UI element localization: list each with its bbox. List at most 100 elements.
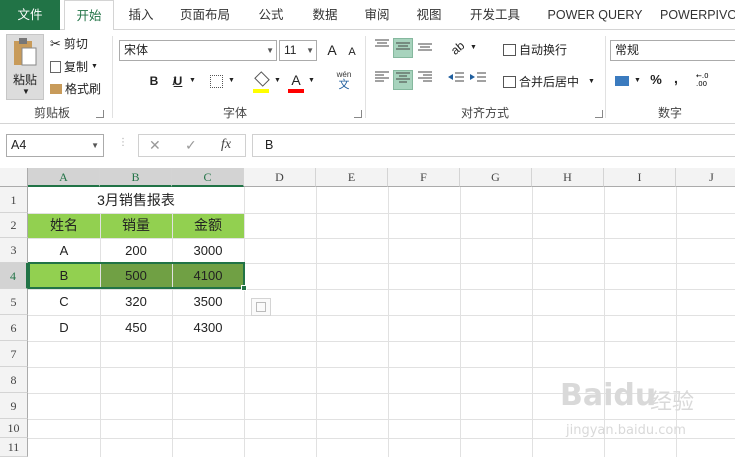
tab-power-query[interactable]: POWER QUERY xyxy=(540,0,650,30)
row-header-7[interactable]: 7 xyxy=(0,341,28,367)
confirm-icon[interactable]: ✓ xyxy=(185,137,197,154)
tab-developer[interactable]: 开发工具 xyxy=(462,0,528,30)
cell-a5[interactable]: C xyxy=(28,289,100,315)
orientation-button[interactable]: ab xyxy=(448,38,468,58)
insert-function-icon[interactable]: fx xyxy=(221,137,231,153)
align-right-icon xyxy=(418,71,432,82)
format-painter-button[interactable]: 格式刷 xyxy=(50,80,101,97)
align-top-button[interactable] xyxy=(372,38,392,58)
tab-formulas[interactable]: 公式 xyxy=(248,0,294,30)
row-header-11[interactable]: 11 xyxy=(0,438,28,457)
row-header-2[interactable]: 2 xyxy=(0,213,28,238)
increase-indent-button[interactable] xyxy=(468,70,488,90)
copy-button[interactable]: 复制 ▼ xyxy=(50,58,98,75)
column-header-c[interactable]: C xyxy=(172,168,244,187)
accounting-format-button[interactable] xyxy=(612,70,632,90)
cell-c5[interactable]: 3500 xyxy=(172,289,244,315)
cut-button[interactable]: ✂ 剪切 xyxy=(50,35,88,52)
formula-buttons: ✕ ✓ fx xyxy=(138,134,246,157)
alignment-launcher-icon[interactable] xyxy=(595,110,603,118)
chevron-down-icon: ▼ xyxy=(91,63,98,70)
phonetic-pinyin: wén xyxy=(336,70,352,79)
borders-button[interactable] xyxy=(206,71,226,91)
font-launcher-icon[interactable] xyxy=(354,110,362,118)
tab-file[interactable]: 文件 xyxy=(0,0,60,30)
header-cell-qty[interactable]: 销量 xyxy=(100,213,172,238)
cell-b5[interactable]: 320 xyxy=(100,289,172,315)
clipboard-launcher-icon[interactable] xyxy=(96,110,104,118)
align-left-button[interactable] xyxy=(372,70,392,90)
chevron-down-icon: ▼ xyxy=(266,46,274,55)
column-header-e[interactable]: E xyxy=(316,168,388,187)
cell-c3[interactable]: 3000 xyxy=(172,238,244,263)
paste-button[interactable]: 粘贴 ▼ xyxy=(6,34,44,100)
header-cell-amount[interactable]: 金额 xyxy=(172,213,244,238)
tab-page-layout[interactable]: 页面布局 xyxy=(172,0,238,30)
header-cell-name[interactable]: 姓名 xyxy=(28,213,100,238)
row-header-6[interactable]: 6 xyxy=(0,315,28,341)
cancel-icon[interactable]: ✕ xyxy=(149,137,161,154)
fill-handle[interactable] xyxy=(241,285,247,291)
increase-decimal-button[interactable]: ←.0.00 xyxy=(696,70,722,90)
bold-button[interactable]: B xyxy=(144,71,164,91)
name-box[interactable]: A4 ▼ xyxy=(6,134,104,157)
formula-input[interactable]: B xyxy=(252,134,735,157)
font-size-select[interactable]: 11 ▼ xyxy=(279,40,317,61)
font-color-button[interactable]: A xyxy=(286,70,306,90)
cell-b3[interactable]: 200 xyxy=(100,238,172,263)
sheet-title-cell[interactable]: 3月销售报表 xyxy=(28,187,244,213)
align-middle-button[interactable] xyxy=(393,38,413,58)
tab-data[interactable]: 数据 xyxy=(302,0,348,30)
row-header-5[interactable]: 5 xyxy=(0,289,28,315)
cell-c6[interactable]: 4300 xyxy=(172,315,244,341)
row-header-1[interactable]: 1 xyxy=(0,187,28,213)
watermark-brand: Baidu xyxy=(560,378,657,413)
row-header-4[interactable]: 4 xyxy=(0,263,28,289)
cell-a3[interactable]: A xyxy=(28,238,100,263)
column-header-f[interactable]: F xyxy=(388,168,460,187)
chevron-down-icon: ▼ xyxy=(228,77,235,84)
align-center-button[interactable] xyxy=(393,70,413,90)
tab-review[interactable]: 审阅 xyxy=(354,0,400,30)
merge-center-button[interactable]: 合并后居中 ▼ xyxy=(503,73,595,90)
gridline xyxy=(388,187,389,457)
fill-color-button[interactable] xyxy=(252,70,272,90)
gridline xyxy=(28,341,735,342)
row-header-8[interactable]: 8 xyxy=(0,367,28,393)
row-header-9[interactable]: 9 xyxy=(0,393,28,419)
shrink-font-button[interactable]: A xyxy=(342,42,362,62)
percent-button[interactable]: % xyxy=(646,70,666,90)
column-header-a[interactable]: A xyxy=(28,168,100,187)
column-header-j[interactable]: J xyxy=(676,168,735,187)
row-header-10[interactable]: 10 xyxy=(0,419,28,438)
select-all-corner[interactable] xyxy=(0,168,28,187)
wrap-text-button[interactable]: 自动换行 xyxy=(503,41,567,58)
cell-a6[interactable]: D xyxy=(28,315,100,341)
quick-analysis-button[interactable] xyxy=(251,298,271,316)
column-header-i[interactable]: I xyxy=(604,168,676,187)
underline-button[interactable]: U xyxy=(168,71,188,91)
column-header-g[interactable]: G xyxy=(460,168,532,187)
column-header-b[interactable]: B xyxy=(100,168,172,187)
align-bottom-icon xyxy=(418,43,432,51)
tab-insert[interactable]: 插入 xyxy=(118,0,164,30)
tab-view[interactable]: 视图 xyxy=(406,0,452,30)
tab-powerpivot[interactable]: POWERPIVO xyxy=(660,0,735,30)
tab-home[interactable]: 开始 xyxy=(64,0,114,31)
decrease-indent-button[interactable] xyxy=(446,70,466,90)
align-bottom-button[interactable] xyxy=(415,38,435,58)
font-name-select[interactable]: 宋体 ▼ xyxy=(119,40,277,61)
paintbrush-icon xyxy=(50,83,62,94)
row-header-3[interactable]: 3 xyxy=(0,238,28,263)
gridline xyxy=(28,367,735,368)
comma-button[interactable]: , xyxy=(666,68,686,88)
phonetic-button[interactable]: wén 文 xyxy=(330,70,358,92)
column-header-h[interactable]: H xyxy=(532,168,604,187)
spreadsheet-grid[interactable]: A B C D E F G H I J 1 2 3 4 5 6 7 8 9 10… xyxy=(0,168,735,457)
grow-font-button[interactable]: A xyxy=(322,40,342,60)
cell-b6[interactable]: 450 xyxy=(100,315,172,341)
column-header-d[interactable]: D xyxy=(244,168,316,187)
svg-text:←.0: ←.0 xyxy=(696,72,709,80)
align-right-button[interactable] xyxy=(415,70,435,90)
number-format-select[interactable]: 常规 xyxy=(610,40,735,61)
